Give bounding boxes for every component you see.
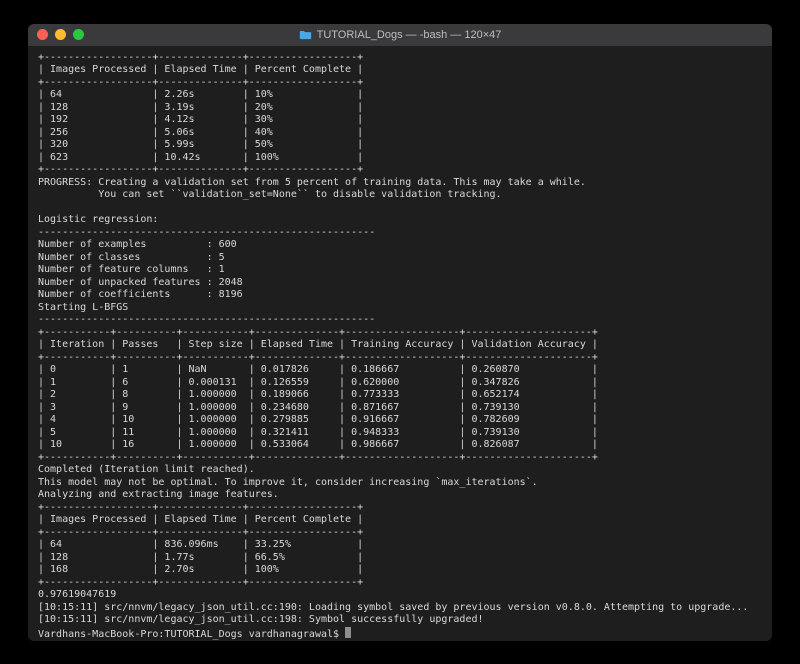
table-row: | 4 | 10 | 1.000000 | 0.279885 | 0.91666…	[38, 414, 598, 425]
warning-message: This model may not be optimal. To improv…	[38, 477, 538, 488]
table-row: | 10 | 16 | 1.000000 | 0.533064 | 0.9866…	[38, 439, 598, 450]
progress-hint: You can set ``validation_set=None`` to d…	[38, 189, 502, 200]
log-line: [10:15:11] src/nnvm/legacy_json_util.cc:…	[38, 602, 748, 613]
table-sep: +-----------+----------+-----------+----…	[38, 327, 598, 338]
table-sep: +-----------+----------+-----------+----…	[38, 452, 598, 463]
dash-sep: ----------------------------------------…	[38, 314, 375, 325]
shell-prompt: Vardhans-MacBook-Pro:TUTORIAL_Dogs vardh…	[38, 629, 345, 640]
info-line: Number of examples : 600	[38, 239, 237, 250]
cursor-icon[interactable]	[345, 627, 351, 638]
info-line: Number of feature columns : 1	[38, 264, 225, 275]
info-line: Number of unpacked features : 2048	[38, 277, 243, 288]
table-sep: +------------------+--------------+-----…	[38, 502, 363, 513]
table-row: | 256 | 5.06s | 40% |	[38, 127, 363, 138]
table-row: | 0 | 1 | NaN | 0.017826 | 0.186667 | 0.…	[38, 364, 598, 375]
table-row: | 128 | 1.77s | 66.5% |	[38, 552, 363, 563]
dash-sep: ----------------------------------------…	[38, 227, 375, 238]
info-line: Number of classes : 5	[38, 252, 225, 263]
table-sep: +-----------+----------+-----------+----…	[38, 352, 598, 363]
info-line: Starting L-BFGS	[38, 302, 128, 313]
completed-message: Completed (Iteration limit reached).	[38, 464, 255, 475]
terminal-output[interactable]: +------------------+--------------+-----…	[28, 46, 772, 641]
table-row: | 128 | 3.19s | 20% |	[38, 102, 363, 113]
table-sep: +------------------+--------------+-----…	[38, 77, 363, 88]
table-row: | 2 | 8 | 1.000000 | 0.189066 | 0.773333…	[38, 389, 598, 400]
table-row: | 168 | 2.70s | 100% |	[38, 564, 363, 575]
window-title-text: TUTORIAL_Dogs — -bash — 120×47	[317, 29, 502, 41]
accuracy-value: 0.97619047619	[38, 589, 116, 600]
table-row: | 192 | 4.12s | 30% |	[38, 114, 363, 125]
table-row: | 64 | 836.096ms | 33.25% |	[38, 539, 363, 550]
minimize-icon[interactable]	[55, 29, 66, 40]
table-row: | 623 | 10.42s | 100% |	[38, 152, 363, 163]
titlebar[interactable]: TUTORIAL_Dogs — -bash — 120×47	[28, 24, 772, 46]
table-header: | Iteration | Passes | Step size | Elaps…	[38, 339, 598, 350]
table-row: | 320 | 5.99s | 50% |	[38, 139, 363, 150]
table-row: | 1 | 6 | 0.000131 | 0.126559 | 0.620000…	[38, 377, 598, 388]
table-header: | Images Processed | Elapsed Time | Perc…	[38, 514, 363, 525]
table-sep: +------------------+--------------+-----…	[38, 52, 363, 63]
log-line: [10:15:11] src/nnvm/legacy_json_util.cc:…	[38, 614, 484, 625]
table-sep: +------------------+--------------+-----…	[38, 527, 363, 538]
table-header: | Images Processed | Elapsed Time | Perc…	[38, 64, 363, 75]
table-sep: +------------------+--------------+-----…	[38, 577, 363, 588]
table-sep: +------------------+--------------+-----…	[38, 164, 363, 175]
close-icon[interactable]	[37, 29, 48, 40]
table-row: | 5 | 11 | 1.000000 | 0.321411 | 0.94833…	[38, 427, 598, 438]
table-row: | 3 | 9 | 1.000000 | 0.234680 | 0.871667…	[38, 402, 598, 413]
status-message: Analyzing and extracting image features.	[38, 489, 279, 500]
info-line: Number of coefficients : 8196	[38, 289, 243, 300]
table-row: | 64 | 2.26s | 10% |	[38, 89, 363, 100]
folder-icon	[299, 30, 312, 40]
window-title: TUTORIAL_Dogs — -bash — 120×47	[28, 29, 772, 41]
traffic-lights	[37, 29, 84, 40]
zoom-icon[interactable]	[73, 29, 84, 40]
section-header: Logistic regression:	[38, 214, 158, 225]
terminal-window: TUTORIAL_Dogs — -bash — 120×47 +--------…	[28, 24, 772, 641]
progress-message: PROGRESS: Creating a validation set from…	[38, 177, 586, 188]
